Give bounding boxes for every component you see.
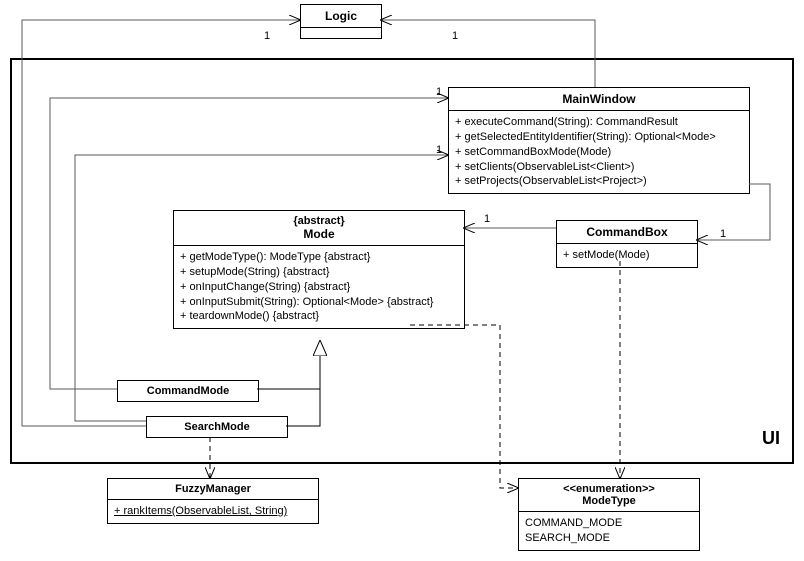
class-fuzzymanager-methods: + rankItems(ObservableList, String) [108,499,318,523]
class-mode-title: Mode [174,227,464,245]
multiplicity: 1 [436,86,442,98]
method: + getModeType(): ModeType {abstract} [180,250,458,265]
method: + setupMode(String) {abstract} [180,265,458,280]
class-modetype: <<enumeration>> ModeType COMMAND_MODE SE… [518,478,700,551]
ui-frame-label: UI [762,428,780,449]
method: + rankItems(ObservableList, String) [114,504,312,519]
class-mode-stereotype: {abstract} [174,211,464,227]
class-mainwindow-methods: + executeCommand(String): CommandResult … [449,110,749,193]
method: + getSelectedEntityIdentifier(String): O… [455,130,743,145]
class-mainwindow-title: MainWindow [449,88,749,110]
class-modetype-title: ModeType [519,495,699,511]
class-commandbox: CommandBox + setMode(Mode) [556,220,698,268]
class-logic: Logic [300,4,382,39]
class-fuzzymanager: FuzzyManager + rankItems(ObservableList,… [107,478,319,524]
class-mode: {abstract} Mode + getModeType(): ModeTyp… [173,210,465,329]
class-commandmode-title: CommandMode [118,381,258,401]
method: + onInputSubmit(String): Optional<Mode> … [180,295,458,310]
multiplicity: 1 [452,30,458,42]
class-mode-methods: + getModeType(): ModeType {abstract} + s… [174,245,464,328]
class-commandmode: CommandMode [117,380,259,402]
enum-value: SEARCH_MODE [525,531,693,546]
class-searchmode: SearchMode [146,416,288,438]
method: + setMode(Mode) [563,248,691,263]
class-commandbox-methods: + setMode(Mode) [557,243,697,267]
enum-value: COMMAND_MODE [525,516,693,531]
multiplicity: 1 [720,228,726,240]
multiplicity: 1 [264,30,270,42]
multiplicity: 1 [436,144,442,156]
method: + teardownMode() {abstract} [180,309,458,324]
class-modetype-values: COMMAND_MODE SEARCH_MODE [519,511,699,550]
class-logic-title: Logic [301,5,381,27]
class-commandbox-title: CommandBox [557,221,697,243]
method: + setCommandBoxMode(Mode) [455,145,743,160]
method: + onInputChange(String) {abstract} [180,280,458,295]
multiplicity: 1 [484,213,490,225]
class-fuzzymanager-title: FuzzyManager [108,479,318,499]
class-logic-body [301,27,381,38]
class-searchmode-title: SearchMode [147,417,287,437]
method: + executeCommand(String): CommandResult [455,115,743,130]
method: + setClients(ObservableList<Client>) [455,160,743,175]
class-mainwindow: MainWindow + executeCommand(String): Com… [448,87,750,194]
method: + setProjects(ObservableList<Project>) [455,174,743,189]
class-modetype-stereotype: <<enumeration>> [519,479,699,495]
